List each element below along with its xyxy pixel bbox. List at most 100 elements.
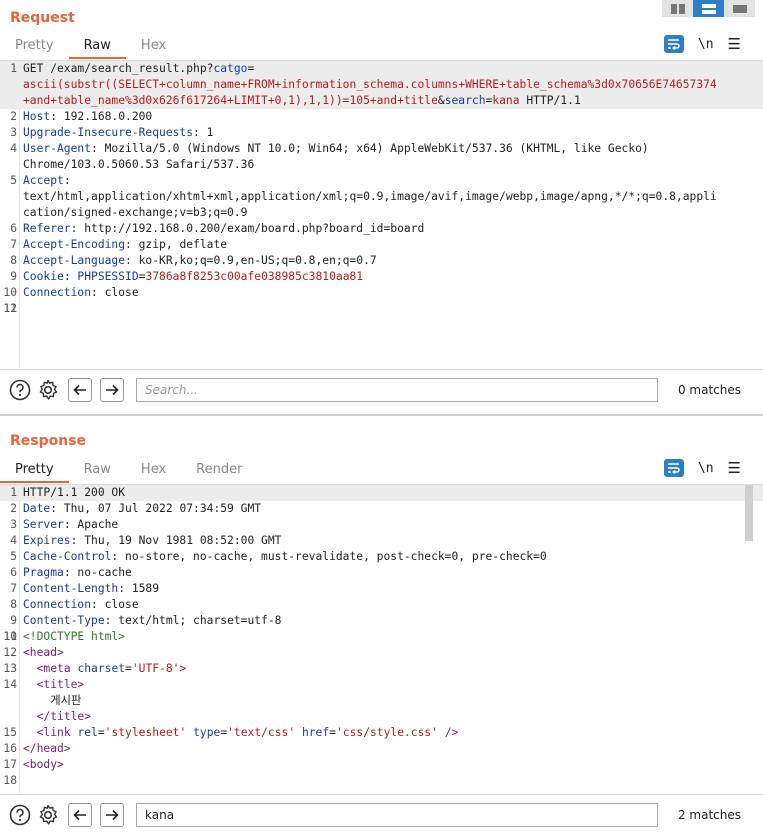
request-settings-button[interactable] [36, 378, 60, 402]
code-line: 3 Server: Apache [0, 517, 763, 533]
arrow-right-icon [106, 809, 119, 821]
line-text: <!DOCTYPE html> [23, 630, 126, 643]
line-text: <body> [23, 758, 64, 771]
line-number: 13 [3, 662, 17, 675]
line-number: 8 [10, 598, 17, 611]
line-text: ascii(substr((SELECT+column_name+FROM+in… [23, 78, 717, 91]
code-line: </title> [0, 709, 763, 725]
line-number: 12 [3, 646, 17, 659]
line-text: Cookie: PHPSESSID=3786a8f8253c00afe03898… [23, 270, 364, 283]
code-line: 6 Pragma: no-cache [0, 565, 763, 581]
response-tab-render[interactable]: Render [181, 461, 257, 483]
layout-side-by-side-button[interactable] [662, 0, 693, 17]
code-line: 5 Cache-Control: no-store, no-cache, must… [0, 549, 763, 565]
line-text: Pragma: no-cache [23, 566, 132, 579]
line-text: Host: 192.168.0.200 [23, 110, 153, 123]
word-wrap-icon [667, 39, 680, 50]
response-help-button[interactable] [8, 803, 32, 827]
response-search-bar: 2 matches [0, 794, 763, 834]
code-line: 게시판 [0, 693, 763, 709]
line-number: 8 [10, 254, 17, 267]
request-tab-raw[interactable]: Raw [68, 37, 127, 59]
request-help-button[interactable] [8, 378, 32, 402]
response-search-input[interactable] [136, 803, 658, 827]
line-number: 14 [3, 678, 17, 691]
layout-stacked-button[interactable] [693, 0, 724, 17]
code-line: 7 Content-Length: 1589 [0, 581, 763, 597]
code-line: 6 Referer: http://192.168.0.200/exam/boar… [0, 221, 763, 237]
line-number: 5 [10, 550, 17, 563]
code-line: ascii(substr((SELECT+column_name+FROM+in… [0, 77, 763, 93]
arrow-left-icon [73, 384, 86, 396]
line-text: Connection: close [23, 286, 139, 299]
response-lines: 1 HTTP/1.1 200 OK 2 Date: Thu, 07 Jul 2022 … [0, 485, 763, 787]
line-text: Chrome/103.0.5060.53 Safari/537.36 [23, 158, 255, 171]
response-next-match-button[interactable] [100, 803, 124, 827]
response-settings-button[interactable] [36, 803, 60, 827]
response-menu-button[interactable]: ☰ [728, 460, 741, 476]
response-tab-pretty[interactable]: Pretty [0, 461, 69, 483]
request-pane: Request Pretty Raw Hex \n ☰ 1 GET /exam/s… [0, 0, 763, 414]
line-text: +and+table_name%3d0x626f617264+LIMIT+0,1… [23, 94, 581, 107]
request-tabs: Pretty Raw Hex [0, 37, 181, 59]
code-line: +and+table_name%3d0x626f617264+LIMIT+0,1… [0, 93, 763, 109]
code-line: cation/signed-exchange;v=b3;q=0.9 [0, 205, 763, 221]
line-text: Content-Length: 1589 [23, 582, 160, 595]
request-menu-button[interactable]: ☰ [728, 36, 741, 52]
response-scrollbar[interactable] [745, 485, 753, 541]
code-line: 9 Content-Type: text/html; charset=utf-8 [0, 613, 763, 629]
code-line: 4 Expires: Thu, 19 Nov 1981 08:52:00 GMT [0, 533, 763, 549]
line-number: 7 [10, 582, 17, 595]
response-editor[interactable]: 1 HTTP/1.1 200 OK 2 Date: Thu, 07 Jul 2022 … [0, 485, 763, 793]
request-next-match-button[interactable] [100, 378, 124, 402]
line-text: text/html,application/xhtml+xml,applicat… [23, 190, 717, 203]
code-line: 1 GET /exam/search_result.php?catgo= [0, 61, 763, 77]
word-wrap-icon [667, 463, 680, 474]
code-line: 2 Date: Thu, 07 Jul 2022 07:34:59 GMT [0, 501, 763, 517]
line-number: 4 [10, 142, 17, 155]
response-word-wrap-button[interactable] [663, 459, 684, 477]
line-number: 15 [3, 726, 17, 739]
request-word-wrap-button[interactable] [663, 35, 684, 53]
request-tab-hex[interactable]: Hex [126, 37, 181, 59]
line-number: 5 [10, 174, 17, 187]
code-line: 5 Accept: [0, 173, 763, 189]
code-line: 2 Host: 192.168.0.200 [0, 109, 763, 125]
line-text: <head> [23, 646, 64, 659]
line-number: 3 [10, 518, 17, 531]
code-line: 1 HTTP/1.1 200 OK [0, 485, 763, 501]
code-line: text/html,application/xhtml+xml,applicat… [0, 189, 763, 205]
layout-tabs-button[interactable] [724, 0, 755, 17]
request-editor[interactable]: 1 GET /exam/search_result.php?catgo= ascii… [0, 61, 763, 368]
response-previous-match-button[interactable] [68, 803, 92, 827]
response-pane: Response Pretty Raw Hex Render \n ☰ 1 HTT… [0, 424, 763, 838]
request-show-newlines-button[interactable]: \n [698, 37, 714, 52]
code-line: 17 <body> [0, 757, 763, 773]
code-line: 11 <!DOCTYPE html> [0, 629, 763, 645]
line-number: 1 [10, 62, 17, 75]
settings-gear-icon [39, 379, 58, 400]
response-match-count: 2 matches [677, 808, 741, 822]
response-show-newlines-button[interactable]: \n [698, 461, 714, 476]
line-number: 18 [3, 774, 17, 787]
request-tab-pretty[interactable]: Pretty [0, 37, 69, 59]
help-icon [9, 379, 31, 401]
response-tab-hex[interactable]: Hex [126, 461, 181, 483]
line-text: User-Agent: Mozilla/5.0 (Windows NT 10.0… [23, 142, 649, 155]
line-text: </head> [23, 742, 71, 755]
response-tab-raw[interactable]: Raw [69, 461, 126, 483]
line-text: Accept: [23, 174, 71, 187]
request-search-input[interactable] [136, 378, 658, 402]
pane-splitter[interactable] [0, 414, 763, 416]
line-text: HTTP/1.1 200 OK [23, 486, 126, 499]
request-lines: 1 GET /exam/search_result.php?catgo= ascii… [0, 61, 763, 315]
line-number: 6 [10, 566, 17, 579]
request-previous-match-button[interactable] [68, 378, 92, 402]
response-title: Response [10, 433, 87, 449]
arrow-left-icon [73, 809, 86, 821]
line-number: 6 [10, 222, 17, 235]
line-text: </title> [36, 710, 92, 723]
line-text: Server: Apache [23, 518, 119, 531]
line-text: Accept-Encoding: gzip, deflate [23, 238, 228, 251]
response-editor-actions: \n ☰ [663, 459, 741, 477]
